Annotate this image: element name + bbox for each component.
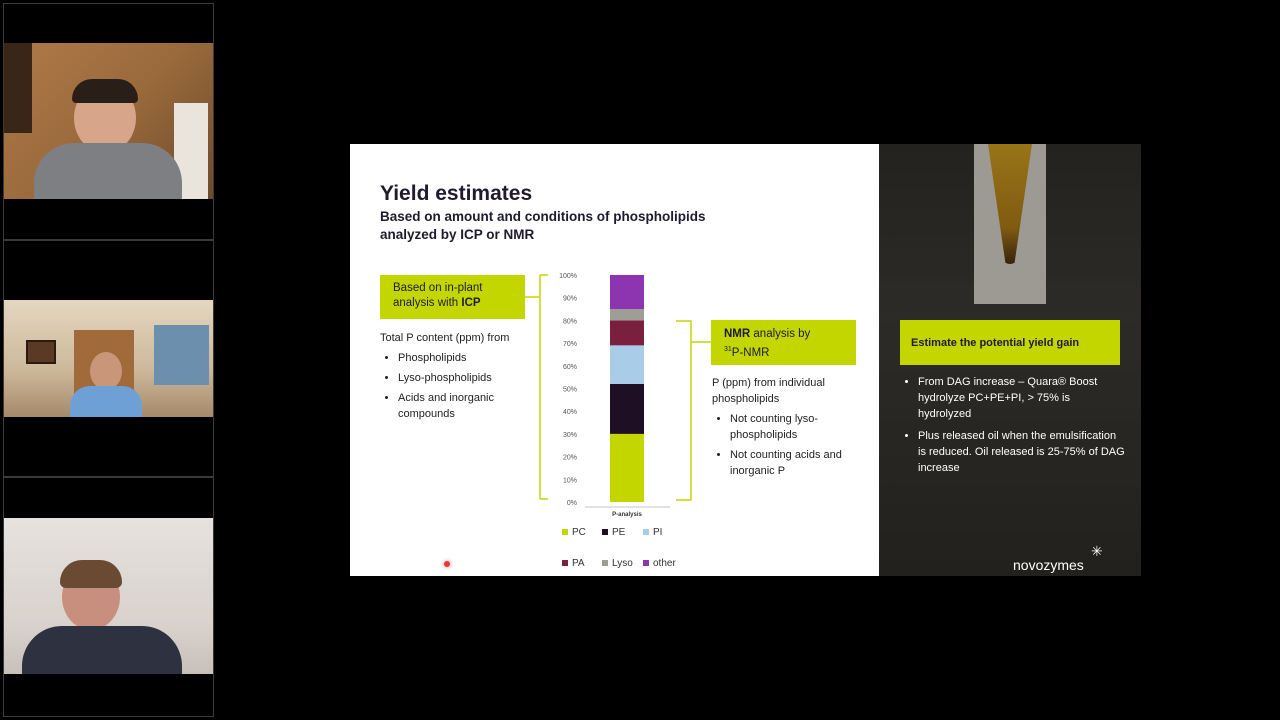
y-tick-label: 50% bbox=[563, 387, 577, 394]
bar-segment-pa bbox=[610, 320, 644, 346]
nmr-bracket bbox=[676, 320, 711, 501]
legend-swatch-pe bbox=[602, 529, 608, 535]
legend-swatch-pc bbox=[562, 529, 568, 535]
participant-tile-1[interactable] bbox=[3, 3, 214, 240]
bar-segment-pc bbox=[610, 433, 644, 502]
legend-label-pa: PA bbox=[572, 558, 585, 569]
bar-segment-pi bbox=[610, 345, 644, 384]
yield-gain-tag: Estimate the potential yield gain bbox=[900, 320, 1120, 365]
right-bullet: Not counting lyso-phospholipids bbox=[730, 411, 857, 443]
legend-label-pc: PC bbox=[572, 527, 586, 538]
y-tick-label: 10% bbox=[563, 477, 577, 484]
y-tick-label: 40% bbox=[563, 409, 577, 416]
photo-bullet: Plus released oil when the emulsificatio… bbox=[918, 428, 1125, 476]
legend-label-other: other bbox=[653, 558, 676, 569]
y-tick-label: 90% bbox=[563, 296, 577, 303]
bar-segment-other bbox=[610, 275, 644, 310]
presentation-slide: Yield estimates Based on amount and cond… bbox=[350, 144, 1141, 576]
icp-bracket bbox=[525, 274, 548, 500]
nmr-tag-line2: P-NMR bbox=[731, 346, 770, 359]
photo-bullet: From DAG increase – Quara® Boost hydroly… bbox=[918, 374, 1125, 422]
right-bullet: Not counting acids and inorganic P bbox=[730, 447, 857, 479]
participant-video-1 bbox=[4, 43, 213, 199]
y-tick-label: 80% bbox=[563, 318, 577, 325]
laser-pointer bbox=[444, 561, 450, 567]
yield-gain-tag-text: Estimate the potential yield gain bbox=[911, 337, 1080, 349]
y-tick-label: 60% bbox=[563, 364, 577, 371]
y-tick-label: 30% bbox=[563, 432, 577, 439]
right-bullets: Not counting lyso-phospholipids Not coun… bbox=[712, 411, 857, 479]
legend-label-lyso: Lyso bbox=[612, 558, 633, 569]
photo-text-block: From DAG increase – Quara® Boost hydroly… bbox=[900, 374, 1125, 482]
participant-tile-3[interactable] bbox=[3, 477, 214, 717]
participant-tile-2[interactable] bbox=[3, 240, 214, 477]
participant-video-2 bbox=[4, 300, 213, 417]
y-tick-label: 20% bbox=[563, 455, 577, 462]
legend-label-pi: PI bbox=[653, 527, 662, 538]
right-text-block: P (ppm) from individual phospholipids No… bbox=[712, 375, 857, 483]
novozymes-logo: novozymes ✳ bbox=[1013, 543, 1103, 573]
nmr-tag: NMR analysis by 31P-NMR bbox=[711, 320, 856, 365]
nmr-tag-suffix: analysis by bbox=[750, 328, 811, 340]
nmr-tag-sup: 31 bbox=[724, 346, 732, 353]
x-category-label: P-analysis bbox=[612, 512, 642, 518]
legend-swatch-pi bbox=[643, 529, 649, 535]
legend-label-pe: PE bbox=[612, 527, 626, 538]
right-text: P (ppm) from individual phospholipids bbox=[712, 377, 825, 405]
participant-video-3 bbox=[4, 518, 213, 674]
legend-swatch-pa bbox=[562, 560, 568, 566]
lab-photo: Estimate the potential yield gain From D… bbox=[879, 144, 1141, 576]
legend-swatch-lyso bbox=[602, 560, 608, 566]
y-tick-label: 0% bbox=[567, 500, 577, 507]
legend-swatch-other bbox=[643, 560, 649, 566]
photo-bullets: From DAG increase – Quara® Boost hydroly… bbox=[900, 374, 1125, 476]
nmr-tag-bold: NMR bbox=[724, 328, 751, 340]
y-tick-label: 100% bbox=[559, 273, 577, 280]
bar-segment-pe bbox=[610, 383, 644, 434]
y-tick-label: 70% bbox=[563, 341, 577, 348]
logo-text: novozymes bbox=[1013, 557, 1084, 573]
bar-segment-lyso bbox=[610, 309, 644, 321]
logo-mark-icon: ✳ bbox=[1091, 543, 1103, 559]
